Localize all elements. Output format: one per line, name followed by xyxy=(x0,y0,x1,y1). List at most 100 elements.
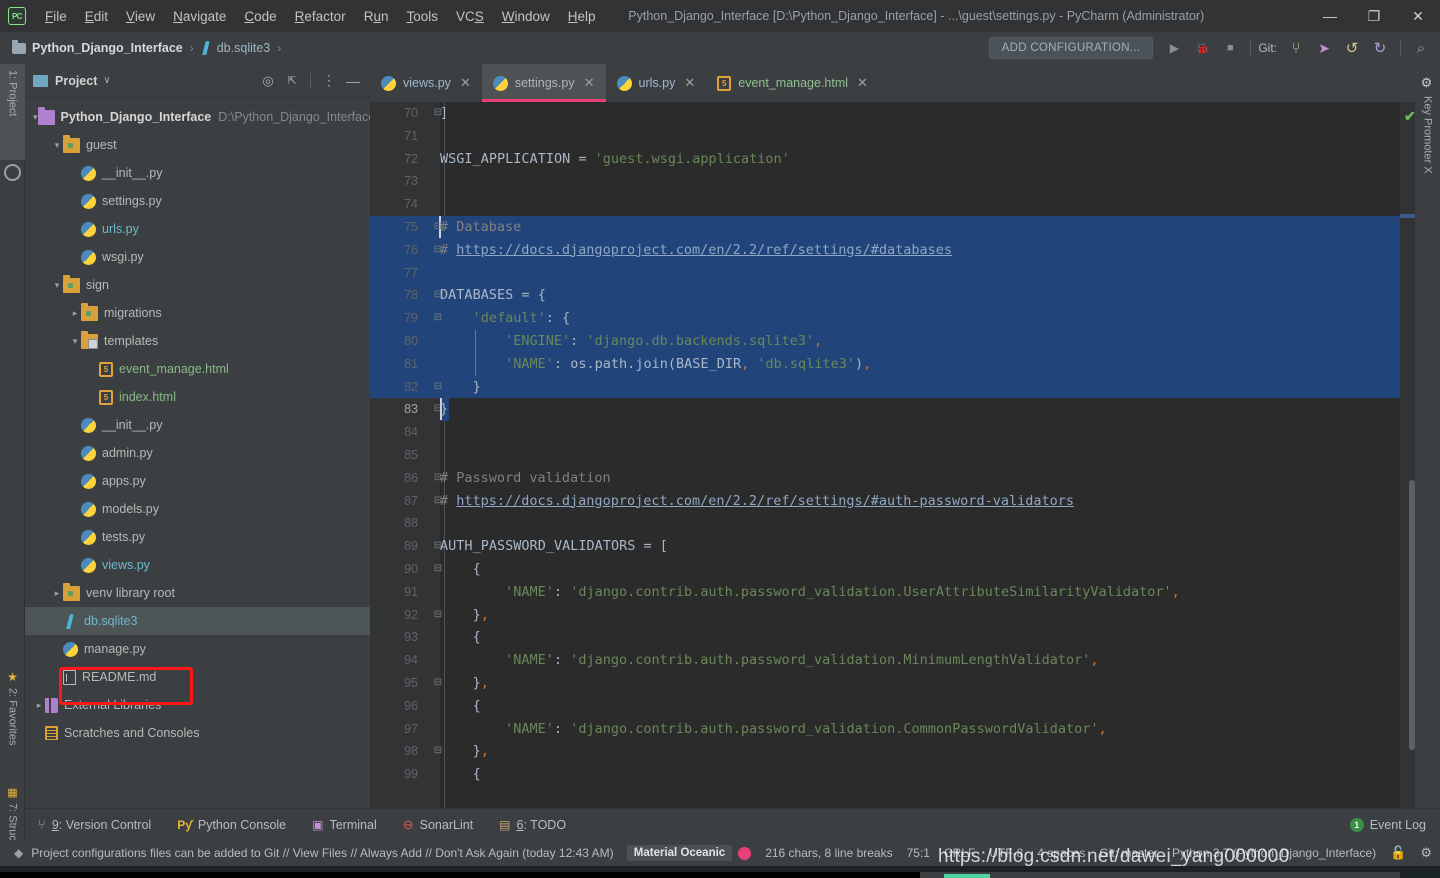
status-message-group[interactable]: ◆ Project configurations files can be ad… xyxy=(0,846,614,860)
tree-node[interactable]: __init__.py xyxy=(25,159,370,187)
menu-item-edit[interactable]: Edit xyxy=(76,6,117,27)
code-line[interactable]: 94 'NAME': 'django.contrib.auth.password… xyxy=(370,649,1440,672)
menu-item-view[interactable]: View xyxy=(117,6,164,27)
caret-position[interactable]: 75:1 xyxy=(907,846,930,860)
search-icon[interactable]: ⌕ xyxy=(1408,36,1434,60)
more-options-icon[interactable]: ⋮ xyxy=(318,70,340,92)
chevron-down-icon[interactable]: ▾ xyxy=(51,140,63,151)
hide-icon[interactable]: — xyxy=(342,70,364,92)
editor-tab-bar[interactable]: views.py ✕ settings.py ✕ urls.py ✕ 5 event_mana… xyxy=(370,64,1440,102)
project-tree[interactable]: ▾ Python_Django_Interface D:\Python_Django… xyxy=(25,98,370,807)
git-update-icon[interactable]: ⑂ xyxy=(1283,36,1309,60)
code-line[interactable]: 73 xyxy=(370,170,1440,193)
code-line[interactable]: 85 xyxy=(370,444,1440,467)
git-history-icon[interactable]: ↺ xyxy=(1339,36,1365,60)
editor-tab-views-py[interactable]: views.py ✕ xyxy=(370,64,482,102)
sidebar-item-favorites[interactable]: ★ 2: Favorites xyxy=(0,664,25,776)
code-line[interactable]: 84 xyxy=(370,421,1440,444)
chevron-down-icon[interactable]: ▾ xyxy=(51,280,63,291)
code-line[interactable]: 70 ⊟] xyxy=(370,102,1440,125)
debug-icon[interactable]: 🐞 xyxy=(1189,36,1215,60)
bottom-tool-python-console[interactable]: Pƴ Python Console xyxy=(164,818,299,832)
tree-node[interactable]: ▸ External Libraries xyxy=(25,691,370,719)
git-commit-icon[interactable]: ➤ xyxy=(1311,36,1337,60)
event-log-button[interactable]: 1 Event Log xyxy=(1337,817,1440,832)
chevron-right-icon[interactable]: ▸ xyxy=(51,588,63,599)
chevron-down-icon[interactable]: ∨ xyxy=(103,75,110,86)
code-line[interactable]: 77 xyxy=(370,261,1440,285)
code-line[interactable]: 79 ⊟ 'default': { xyxy=(370,307,1440,330)
status-message[interactable]: Project configurations files can be adde… xyxy=(31,846,613,860)
menu-item-file[interactable]: File xyxy=(36,6,76,27)
bottom-tool--version-control[interactable]: ⑂ 9: Version Control xyxy=(25,817,164,832)
editor-code-area[interactable]: 70 ⊟] 71 72 WSGI_APPLICATION = 'guest.wsgi.a… xyxy=(370,102,1440,808)
tree-node[interactable]: settings.py xyxy=(25,187,370,215)
stop-icon[interactable]: ■ xyxy=(1217,36,1243,60)
line-separator[interactable]: CRLF xyxy=(944,846,975,860)
editor-tab-urls-py[interactable]: urls.py ✕ xyxy=(606,64,707,102)
tree-node[interactable]: ▾ guest xyxy=(25,131,370,159)
menu-item-refactor[interactable]: Refactor xyxy=(286,6,355,27)
tree-node-selected[interactable]: db.sqlite3 xyxy=(25,607,370,635)
tree-node[interactable]: 5 event_manage.html xyxy=(25,355,370,383)
python-interpreter[interactable]: Python 3.7 (Python_Django_Interface) xyxy=(1172,846,1376,860)
lock-icon[interactable]: 🔓 xyxy=(1390,845,1406,861)
code-line[interactable]: 75 ⊟ # Database xyxy=(370,215,1440,239)
code-line[interactable]: 91 'NAME': 'django.contrib.auth.password… xyxy=(370,581,1440,604)
close-tab-icon[interactable]: ✕ xyxy=(460,75,471,91)
tree-node[interactable]: admin.py xyxy=(25,439,370,467)
git-branch[interactable]: Git: master xyxy=(1099,846,1158,860)
tree-node[interactable]: ▸ migrations xyxy=(25,299,370,327)
tree-node[interactable]: tests.py xyxy=(25,523,370,551)
menu-item-vcs[interactable]: VCS xyxy=(447,6,493,27)
tree-node[interactable]: __init__.py xyxy=(25,411,370,439)
tree-node[interactable]: wsgi.py xyxy=(25,243,370,271)
code-line[interactable]: 88 xyxy=(370,512,1440,535)
tree-node[interactable]: ▾ Python_Django_Interface D:\Python_Django… xyxy=(25,103,370,131)
code-line[interactable]: 89 ⊟ AUTH_PASSWORD_VALIDATORS = [ xyxy=(370,535,1440,558)
tree-node[interactable]: manage.py xyxy=(25,635,370,663)
code-line[interactable]: 83 ⊟} xyxy=(370,398,1440,422)
code-line[interactable]: 78 ⊟ DATABASES = { xyxy=(370,284,1440,308)
sidebar-item-key-promoter[interactable]: ⚙ Key Promoter X xyxy=(1415,70,1440,180)
close-tab-icon[interactable]: ✕ xyxy=(584,75,595,91)
code-line[interactable]: 81 'NAME': os.path.join(BASE_DIR, 'db.sq… xyxy=(370,352,1440,376)
inspector-icon[interactable]: ⚙ xyxy=(1420,845,1432,861)
code-line[interactable]: 97 'NAME': 'django.contrib.auth.password… xyxy=(370,718,1440,741)
code-line[interactable]: 82 ⊟ } xyxy=(370,375,1440,399)
code-line[interactable]: 87 ⊟ # https://docs.djangoproject.com/en/2… xyxy=(370,490,1440,513)
close-tab-icon[interactable]: ✕ xyxy=(684,75,695,91)
git-rollback-icon[interactable]: ↻ xyxy=(1367,36,1393,60)
code-line[interactable]: 74 xyxy=(370,193,1440,216)
code-line[interactable]: 92 ⊟ }, xyxy=(370,604,1440,627)
tree-node[interactable]: 5 index.html xyxy=(25,383,370,411)
tree-node[interactable]: Scratches and Consoles xyxy=(25,719,370,747)
maximize-button[interactable]: ❐ xyxy=(1352,0,1396,32)
sidebar-item-project[interactable]: 1: Project xyxy=(0,64,25,160)
code-line[interactable]: 95 ⊟ }, xyxy=(370,672,1440,695)
menu-item-run[interactable]: Run xyxy=(355,6,398,27)
breadcrumb-file[interactable]: db.sqlite3 xyxy=(217,41,271,55)
chevron-right-icon[interactable]: ▸ xyxy=(33,700,45,711)
code-line[interactable]: 71 xyxy=(370,125,1440,148)
encoding[interactable]: UTF-8 xyxy=(989,846,1023,860)
code-line[interactable]: 98 ⊟ }, xyxy=(370,740,1440,763)
tree-node[interactable]: views.py xyxy=(25,551,370,579)
theme-color-dot[interactable] xyxy=(738,846,752,860)
code-line[interactable]: 86 ⊟ # Password validation xyxy=(370,467,1440,490)
indent-setting[interactable]: 4 spaces xyxy=(1037,846,1085,860)
bottom-tool-window-bar[interactable]: ⑂ 9: Version Control Pƴ Python Console ▣ Term… xyxy=(25,808,1440,840)
code-line[interactable]: 76 ⊟ # https://docs.djangoproject.com/en/2… xyxy=(370,238,1440,262)
close-tab-icon[interactable]: ✕ xyxy=(857,75,868,91)
tree-node[interactable]: apps.py xyxy=(25,467,370,495)
code-editor[interactable]: 70 ⊟] 71 72 WSGI_APPLICATION = 'guest.wsgi.a… xyxy=(370,102,1440,808)
code-line[interactable]: 90 ⊟ { xyxy=(370,558,1440,581)
close-button[interactable]: ✕ xyxy=(1396,0,1440,32)
menu-item-tools[interactable]: Tools xyxy=(397,6,447,27)
bottom-tool-terminal[interactable]: ▣ Terminal xyxy=(299,818,390,832)
inspection-ok-icon[interactable]: ✔ xyxy=(1404,108,1416,125)
theme-chip[interactable]: Material Oceanic xyxy=(626,845,733,861)
minimize-button[interactable]: — xyxy=(1308,0,1352,32)
bottom-tool--todo[interactable]: ▤ 6: TODO xyxy=(486,818,579,832)
editor-tab-event_manage-html[interactable]: 5 event_manage.html ✕ xyxy=(706,64,879,102)
